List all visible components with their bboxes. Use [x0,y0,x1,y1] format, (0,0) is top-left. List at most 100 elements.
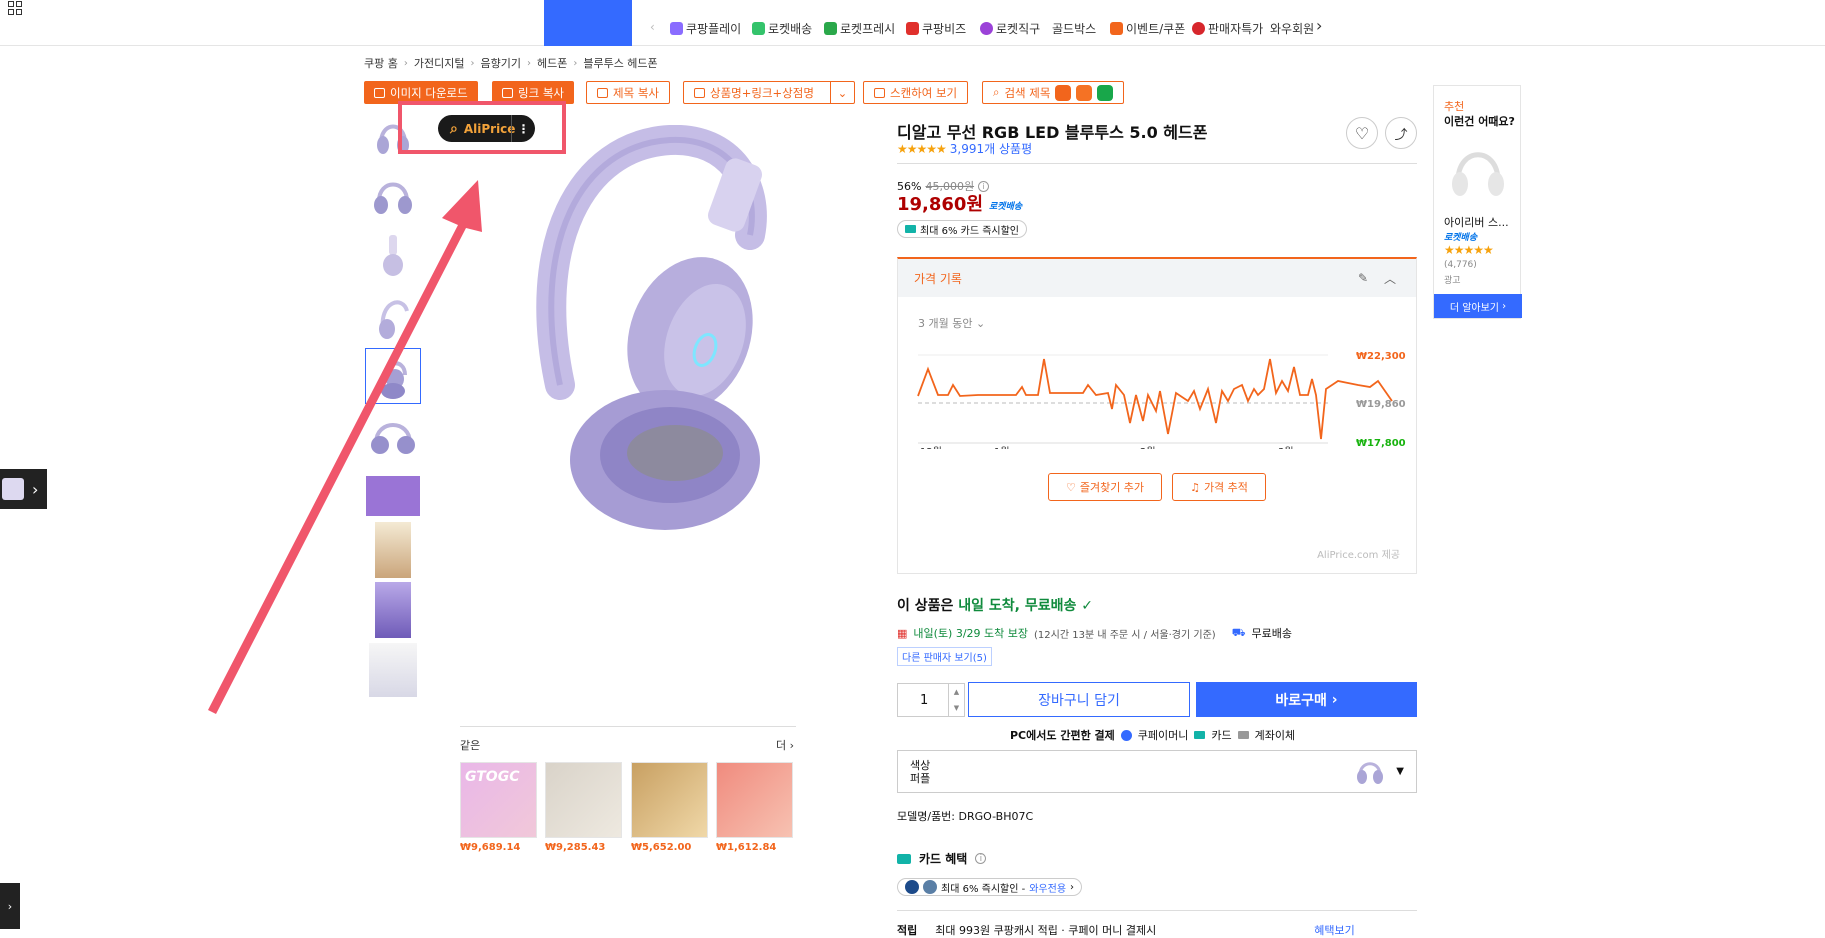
image-icon [374,87,385,98]
nav-item-event[interactable]: 이벤트/쿠폰 [1110,20,1185,37]
nav-item-coupang-play[interactable]: 쿠팡플레이 [670,20,741,37]
coupay-icon [1120,729,1132,741]
category-menu-tab[interactable] [544,0,632,46]
nav-item-wow[interactable]: 와우회원 [1270,20,1314,37]
breadcrumb-item[interactable]: 가전디지털 [414,55,465,71]
document-icon [597,87,608,98]
buy-now-button[interactable]: 바로구매 › [1196,682,1417,717]
sale-price-row: 19,860원 로켓배송 [897,190,1022,216]
nav-item-rocket[interactable]: 로켓배송 [752,20,812,37]
divider [897,910,1417,911]
review-count-link[interactable]: 3,991개 상품평 [950,140,1032,157]
recent-viewed-panel[interactable]: › [0,469,47,509]
taobao-icon[interactable] [1076,84,1093,101]
recommend-tag: 추천 [1444,100,1465,113]
share-button[interactable]: ⤴ [1385,117,1417,149]
same-item-3[interactable] [631,762,708,838]
quantity-value: 1 [920,692,929,708]
divider [897,163,1417,164]
nav-label: 로켓배송 [768,22,813,36]
add-favorite-button[interactable]: ♡ 즐겨찾기 추가 [1048,473,1162,501]
nav-item-goldbox[interactable]: 골드박스 [1052,20,1096,37]
heart-icon: ♡ [1065,480,1076,494]
breadcrumb: 쿠팡 홈 › 가전디지털 › 음향기기 › 헤드폰 › 블루투스 헤드폰 [364,55,658,71]
recommend-panel: 추천 이런건 어때요? 아이리버 스... 로켓배송 ★★★★★ (4,776)… [1433,85,1522,319]
price-history-header: 가격 기록 ✎ ︿ [898,259,1416,297]
info-icon[interactable]: i [975,853,987,864]
card-icon [897,853,911,864]
copy-title-button[interactable]: 제목 복사 [586,81,670,104]
breadcrumb-item[interactable]: 음향기기 [480,55,520,71]
bell-icon: ♫ [1190,480,1200,494]
search-title-button[interactable]: ⌕ 검색 제목 [982,81,1125,104]
same-item-price: ₩9,285.43 [545,842,606,853]
nav-item-seller[interactable]: 판매자특가 [1192,20,1263,37]
aliprice-button[interactable]: ⌕ AliPrice ⋮ [438,115,535,142]
color-option-select[interactable]: 색상 퍼플 ▼ [897,750,1417,793]
button-label: 상품명+링크+상점명 [710,85,814,100]
card-logo-icon [905,880,919,894]
more-label: 더 [776,739,787,752]
same-item-2[interactable] [545,762,622,838]
button-label: 더 알아보기 [1449,302,1499,314]
chevron-down-icon[interactable]: ⌄ [830,82,854,103]
same-item-1[interactable]: GTOGC [460,762,537,838]
shipping-title-prefix: 이 상품은 [897,598,959,614]
free-shipping-label: 무료배송 [1251,627,1293,640]
aliexpress-icon[interactable] [1055,84,1072,101]
month-tick-label: 3월 [1278,446,1294,449]
scan-view-button[interactable]: 스캔하여 보기 [863,81,969,104]
model-number: 모델명/품번: DRGO-BH07C [897,810,1034,823]
nav-label: 로켓직구 [996,22,1041,36]
same-item-4[interactable] [716,762,793,838]
link-icon [502,87,513,98]
favorite-heart-button[interactable]: ♡ [1346,117,1378,149]
quantity-stepper[interactable]: 1 ▲ ▼ [897,683,965,717]
breadcrumb-item[interactable]: 블루투스 헤드폰 [583,55,657,71]
nav-item-global[interactable]: 로켓직구 [980,20,1040,37]
chip-link[interactable]: 와우전용 [1029,880,1066,895]
edit-icon[interactable]: ✎ [1358,271,1368,285]
chevron-up-icon[interactable]: ︿ [1384,270,1396,287]
decrease-icon[interactable]: ▼ [954,704,959,712]
nav-arrow-right-icon[interactable]: › [1316,16,1322,35]
card-discount-chip[interactable]: 최대 6% 카드 즉시할인 [897,220,1028,238]
copy-combo-button[interactable]: 상품명+링크+상점명 ⌄ [683,81,855,104]
more-vertical-icon[interactable]: ⋮ [511,115,535,142]
same-more-link[interactable]: 더 › [776,737,794,753]
recommend-product-image[interactable] [1448,136,1508,206]
breadcrumb-item[interactable]: 헤드폰 [537,55,567,71]
rating-stars: ★★★★★ [1444,243,1494,257]
card-icon [905,225,916,233]
nav-item-fresh[interactable]: 로켓프레시 [824,20,895,37]
same-item-price: ₩5,652.00 [631,842,692,853]
nav-item-biz[interactable]: 쿠팡비즈 [906,20,966,37]
nav-label: 와우회원 [1270,22,1315,36]
cash-reward-row: 적립 최대 993원 쿠팡캐시 적립 · 쿠페이 머니 결제시 혜택보기 [897,922,1355,938]
payment-card: 카드 [1211,729,1232,742]
card-benefit-label: 카드 혜택 [919,852,968,866]
side-expand-button[interactable]: › [0,883,20,929]
caret-down-icon: ▼ [1396,766,1404,777]
nav-arrow-left-icon[interactable]: ‹ [650,20,655,34]
other-sellers-link[interactable]: 다른 판매자 보기(5) [897,647,992,666]
add-to-cart-button[interactable]: 장바구니 담기 [968,682,1190,717]
card-benefit-chip[interactable]: 최대 6% 즉시할인 - 와우전용 › [897,878,1083,896]
apps-grid-icon[interactable] [8,1,22,15]
rocket-delivery-badge: 로켓배송 [989,201,1023,212]
button-label: 제목 복사 [613,85,659,100]
qr-icon [874,87,885,98]
recommend-item-name[interactable]: 아이리버 스... [1444,214,1509,230]
increase-icon[interactable]: ▲ [954,688,959,696]
aliprice-credit[interactable]: AliPrice.com 제공 [1317,546,1400,561]
nav-label: 골드박스 [1052,22,1097,36]
track-price-button[interactable]: ♫ 가격 추적 [1172,473,1266,501]
nav-label: 쿠팡비즈 [922,22,967,36]
benefit-link[interactable]: 혜택보기 [1314,922,1354,938]
main-product-image [536,125,767,530]
1688-icon[interactable] [1097,84,1114,101]
more-button[interactable]: 더 알아보기 › [1434,294,1522,318]
card-benefit-title: 카드 혜택 i [897,850,987,867]
breadcrumb-item[interactable]: 쿠팡 홈 [364,55,398,71]
payment-money: 쿠페이머니 [1137,729,1189,742]
